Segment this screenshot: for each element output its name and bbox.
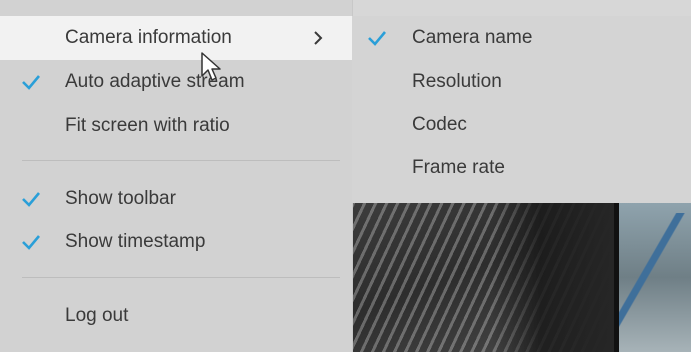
camera-feed-2-detail (619, 213, 691, 333)
checkmark-icon (22, 235, 40, 250)
camera-feed-1-shade (492, 203, 614, 352)
checkmark-icon (22, 75, 40, 90)
submenu-item-label: Codec (412, 114, 467, 135)
video-feed-area (352, 203, 691, 352)
menu-separator (22, 277, 340, 278)
app-stage: Camera information Auto adaptive stream … (0, 0, 691, 352)
camera-information-submenu: Camera name Resolution Codec Frame rate (352, 16, 691, 203)
submenu-item-codec[interactable]: Codec (352, 103, 691, 147)
checkmark-icon (22, 192, 40, 207)
submenu-item-label: Camera name (412, 27, 533, 48)
menu-item-show-toolbar[interactable]: Show toolbar (0, 177, 352, 221)
menu-item-camera-information[interactable]: Camera information (0, 16, 352, 60)
menu-item-label: Auto adaptive stream (65, 71, 245, 92)
chevron-right-icon (314, 31, 323, 45)
checkmark-icon (368, 31, 386, 46)
menu-item-show-timestamp[interactable]: Show timestamp (0, 220, 352, 264)
menu-item-label: Show timestamp (65, 231, 206, 252)
menu-item-label: Log out (65, 305, 129, 326)
menu-separator (22, 160, 340, 161)
submenu-item-label: Resolution (412, 71, 502, 92)
context-menu: Camera information Auto adaptive stream … (0, 0, 353, 352)
submenu-item-frame-rate[interactable]: Frame rate (352, 146, 691, 190)
menu-item-label: Camera information (65, 27, 232, 48)
menu-item-log-out[interactable]: Log out (0, 294, 352, 338)
menu-item-label: Show toolbar (65, 188, 176, 209)
menu-item-fit-screen-with-ratio[interactable]: Fit screen with ratio (0, 104, 352, 148)
menu-item-auto-adaptive-stream[interactable]: Auto adaptive stream (0, 60, 352, 104)
submenu-item-camera-name[interactable]: Camera name (352, 16, 691, 60)
menu-item-label: Fit screen with ratio (65, 115, 230, 136)
submenu-item-resolution[interactable]: Resolution (352, 60, 691, 104)
submenu-item-label: Frame rate (412, 157, 505, 178)
